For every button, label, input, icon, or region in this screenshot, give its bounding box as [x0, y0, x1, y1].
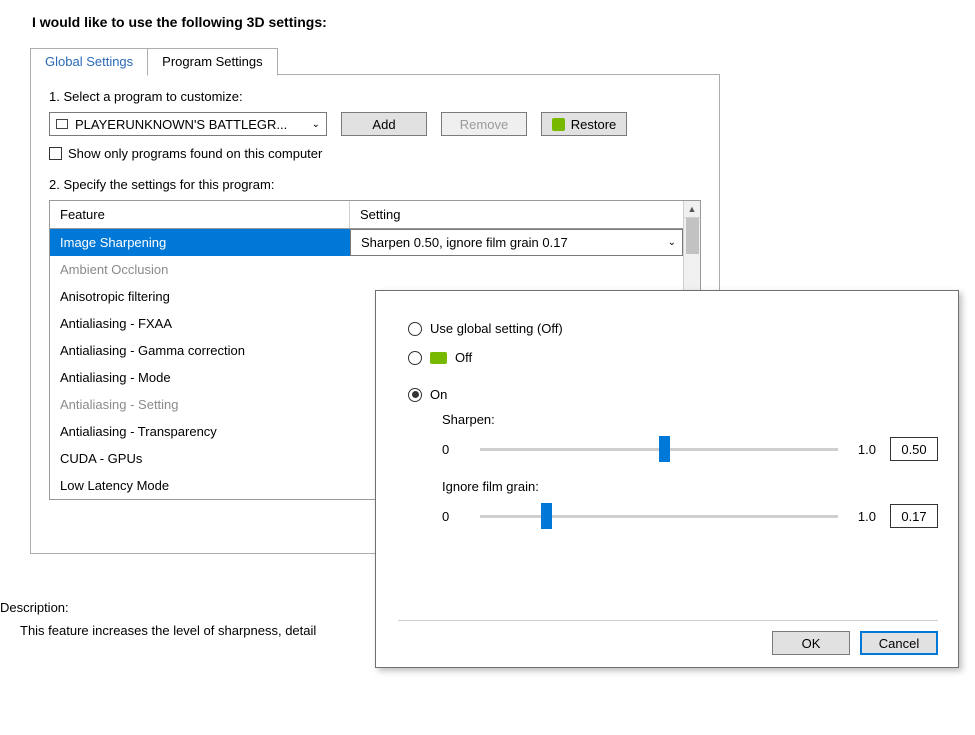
grain-label: Ignore film grain:: [442, 479, 938, 494]
slider-max: 1.0: [852, 509, 876, 524]
feature-cell: Antialiasing - Setting: [50, 397, 350, 412]
radio-off[interactable]: Off: [408, 350, 938, 365]
description-label: Description:: [0, 600, 69, 615]
setting-cell-dropdown[interactable]: Sharpen 0.50, ignore film grain 0.17 ⌄: [350, 229, 683, 256]
cancel-button[interactable]: Cancel: [860, 631, 938, 655]
slider-min: 0: [442, 442, 466, 457]
radio-label: Use global setting (Off): [430, 321, 563, 336]
popup-button-row: OK Cancel: [398, 620, 938, 655]
tab-row: Global Settings Program Settings: [30, 48, 720, 75]
setting-value: Sharpen 0.50, ignore film grain 0.17: [361, 235, 568, 250]
nvidia-icon: [552, 118, 565, 131]
feature-cell: Antialiasing - Transparency: [50, 424, 350, 439]
feature-cell: Image Sharpening: [50, 235, 350, 250]
radio-checked-icon[interactable]: [408, 388, 422, 402]
description-text: This feature increases the level of shar…: [20, 623, 316, 638]
sharpen-slider[interactable]: [480, 440, 838, 458]
table-row[interactable]: Image Sharpening Sharpen 0.50, ignore fi…: [50, 229, 683, 256]
step2-label: 2. Specify the settings for this program…: [49, 177, 701, 192]
scroll-up-icon[interactable]: ▲: [684, 201, 700, 218]
setting-cell: [350, 256, 683, 283]
setting-column-header[interactable]: Setting: [350, 201, 683, 228]
checkbox-unchecked-icon[interactable]: [49, 147, 62, 160]
slider-thumb[interactable]: [541, 503, 552, 529]
application-icon: [56, 119, 68, 129]
table-row[interactable]: Ambient Occlusion: [50, 256, 683, 283]
feature-cell: Ambient Occlusion: [50, 262, 350, 277]
slider-max: 1.0: [852, 442, 876, 457]
sharpen-slider-block: Sharpen: 0 1.0 0.50: [442, 412, 938, 461]
show-only-row[interactable]: Show only programs found on this compute…: [49, 146, 701, 161]
step1-label: 1. Select a program to customize:: [49, 89, 701, 104]
remove-button: Remove: [441, 112, 527, 136]
feature-cell: Antialiasing - FXAA: [50, 316, 350, 331]
grain-slider-block: Ignore film grain: 0 1.0 0.17: [442, 479, 938, 528]
ok-button[interactable]: OK: [772, 631, 850, 655]
grid-header: Feature Setting: [50, 201, 683, 229]
tab-global-settings[interactable]: Global Settings: [30, 48, 147, 75]
program-select[interactable]: PLAYERUNKNOWN'S BATTLEGR... ⌄: [49, 112, 327, 136]
radio-on[interactable]: On: [408, 387, 938, 402]
page-title: I would like to use the following 3D set…: [0, 0, 975, 30]
sharpen-label: Sharpen:: [442, 412, 938, 427]
show-only-label: Show only programs found on this compute…: [68, 146, 322, 161]
restore-button-label: Restore: [571, 117, 617, 132]
radio-unchecked-icon[interactable]: [408, 322, 422, 336]
feature-cell: Anisotropic filtering: [50, 289, 350, 304]
restore-button[interactable]: Restore: [541, 112, 627, 136]
feature-cell: Antialiasing - Gamma correction: [50, 343, 350, 358]
grain-value-box[interactable]: 0.17: [890, 504, 938, 528]
slider-min: 0: [442, 509, 466, 524]
program-select-text: PLAYERUNKNOWN'S BATTLEGR...: [75, 117, 310, 132]
feature-cell: CUDA - GPUs: [50, 451, 350, 466]
radio-unchecked-icon[interactable]: [408, 351, 422, 365]
chevron-down-icon: ⌄: [668, 237, 676, 248]
radio-label: On: [430, 387, 447, 402]
radio-use-global[interactable]: Use global setting (Off): [408, 321, 938, 336]
add-button[interactable]: Add: [341, 112, 427, 136]
program-selector-row: PLAYERUNKNOWN'S BATTLEGR... ⌄ Add Remove…: [49, 112, 701, 136]
nvidia-icon: [430, 352, 447, 364]
slider-thumb[interactable]: [659, 436, 670, 462]
grain-slider[interactable]: [480, 507, 838, 525]
radio-label: Off: [455, 350, 472, 365]
feature-cell: Low Latency Mode: [50, 478, 350, 493]
tab-program-settings[interactable]: Program Settings: [147, 48, 277, 76]
feature-column-header[interactable]: Feature: [50, 201, 350, 228]
chevron-down-icon: ⌄: [310, 119, 322, 130]
sharpen-value-box[interactable]: 0.50: [890, 437, 938, 461]
feature-cell: Antialiasing - Mode: [50, 370, 350, 385]
sharpening-settings-popup: Use global setting (Off) Off On Sharpen:…: [375, 290, 959, 668]
scroll-thumb[interactable]: [686, 218, 699, 254]
